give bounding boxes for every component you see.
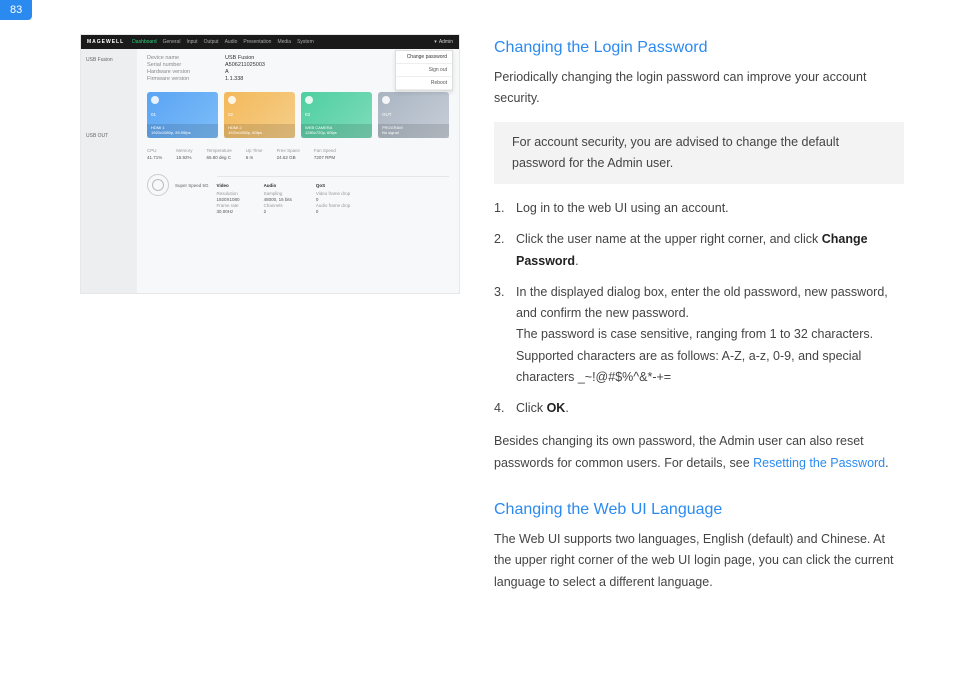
page-number: 83 — [0, 0, 32, 20]
step-2: Click the user name at the upper right c… — [494, 229, 904, 272]
mock-side-usb-fusion: USB Fusion — [86, 57, 132, 63]
step-1: Log in to the web UI using an account. — [494, 198, 904, 219]
steps-list: Log in to the web UI using an account. C… — [494, 198, 904, 419]
step-4: Click OK. — [494, 398, 904, 419]
step-3: In the displayed dialog box, enter the o… — [494, 282, 904, 388]
mock-nav: Dashboard General Input Output Audio Pre… — [132, 39, 314, 45]
usb-circle-icon — [147, 174, 169, 196]
mock-side-usb-out: USB OUT — [86, 133, 132, 139]
section1-outro: Besides changing its own password, the A… — [494, 431, 904, 474]
mock-brand: MAGEWELL — [87, 39, 124, 45]
note-box: For account security, you are advised to… — [494, 122, 904, 185]
reset-password-link[interactable]: Resetting the Password — [753, 456, 885, 470]
section1-title: Changing the Login Password — [494, 34, 904, 61]
mock-dropdown: Change password Sign out Reboot — [395, 50, 453, 91]
section2-body: The Web UI supports two languages, Engli… — [494, 529, 904, 593]
section2-title: Changing the Web UI Language — [494, 496, 904, 523]
section1-intro: Periodically changing the login password… — [494, 67, 904, 110]
mock-user: ▾ Admin — [434, 39, 453, 45]
screenshot-mock: MAGEWELL Dashboard General Input Output … — [80, 34, 460, 294]
